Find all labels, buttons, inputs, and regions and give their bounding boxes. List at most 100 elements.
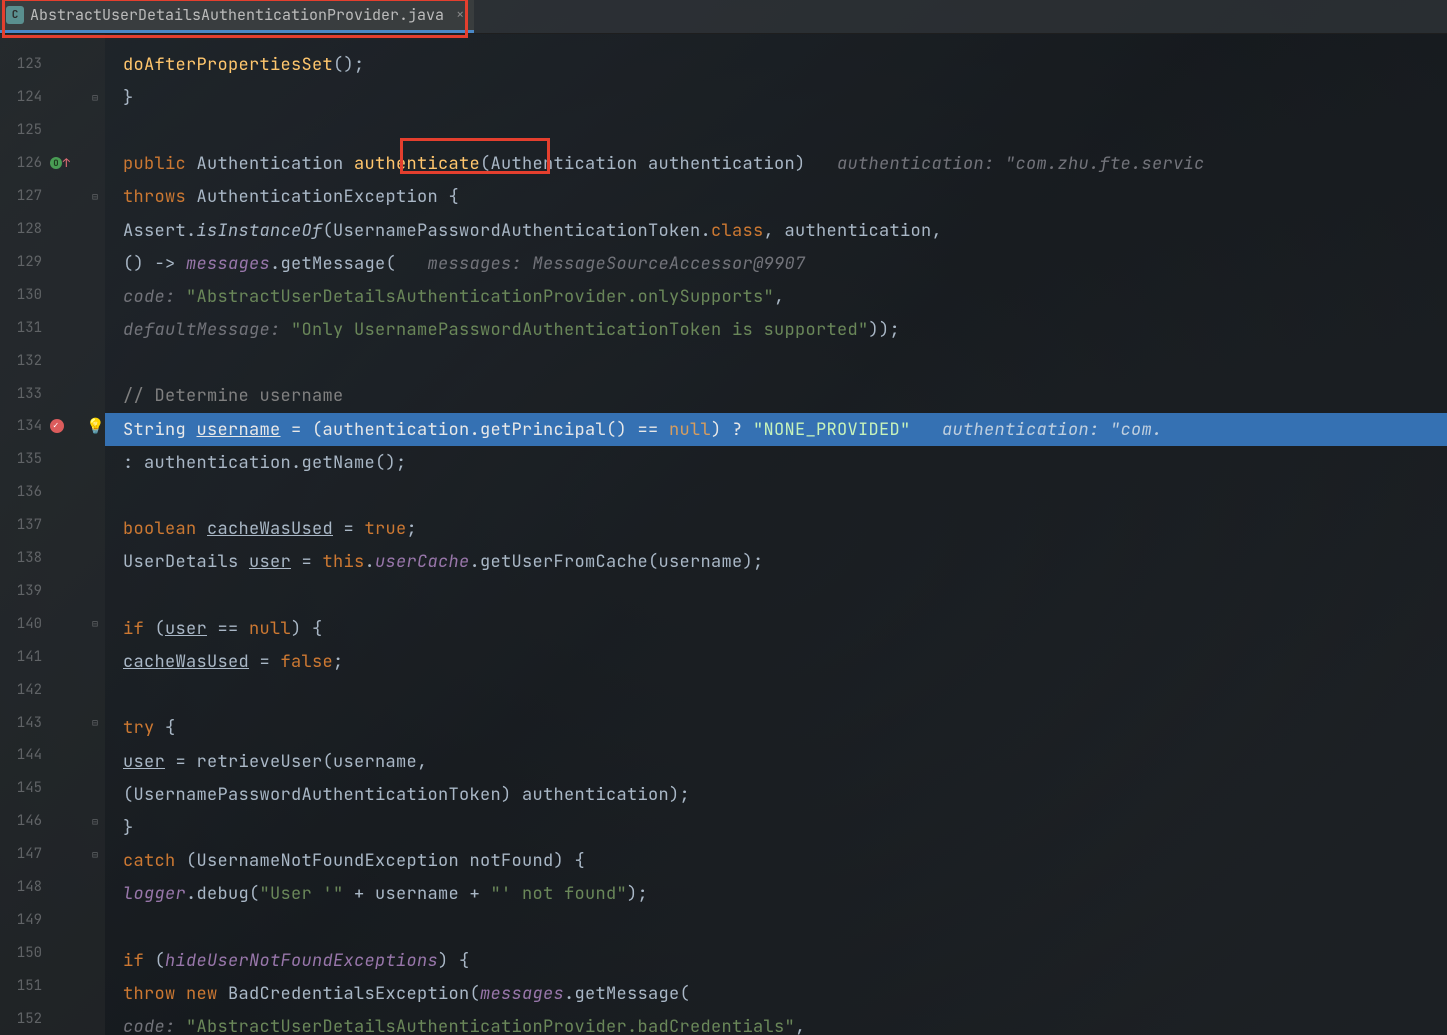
gutter-row[interactable]: 130 <box>0 278 105 311</box>
line-number: 135 <box>0 450 42 468</box>
fold-close-icon[interactable]: ⊟ <box>92 815 98 828</box>
gutter-row[interactable]: 147 ⊟ <box>0 838 105 871</box>
code-line[interactable]: } <box>105 811 1447 844</box>
code-line[interactable]: catch (UsernameNotFoundException notFoun… <box>105 845 1447 878</box>
line-number: 151 <box>0 977 42 995</box>
code-line[interactable]: cacheWasUsed = false; <box>105 645 1447 678</box>
gutter-row[interactable]: 151 <box>0 969 105 1002</box>
code-line[interactable]: defaultMessage: "Only UsernamePasswordAu… <box>105 314 1447 347</box>
gutter-row[interactable]: 144 <box>0 739 105 772</box>
line-number: 140 <box>0 615 42 633</box>
line-number: 127 <box>0 187 42 205</box>
code-line[interactable] <box>105 579 1447 612</box>
line-number: 149 <box>0 911 42 929</box>
gutter-row[interactable]: 143 ⊟ <box>0 706 105 739</box>
line-number: 124 <box>0 88 42 106</box>
code-line[interactable]: : authentication.getName(); <box>105 446 1447 479</box>
close-icon[interactable]: × <box>456 6 464 24</box>
gutter-row[interactable]: 132 <box>0 344 105 377</box>
line-number: 148 <box>0 878 42 896</box>
line-number: 129 <box>0 253 42 271</box>
gutter: 123 124 ⊟ 125 126O 127 ⊟ 128 129 130 131 132 133 134💡… <box>0 34 105 1035</box>
line-number: 125 <box>0 121 42 139</box>
code-line[interactable]: try { <box>105 712 1447 745</box>
code-line[interactable]: throws AuthenticationException { <box>105 181 1447 214</box>
code-area[interactable]: doAfterPropertiesSet(); } public Authent… <box>105 34 1447 1035</box>
tab-bar: C AbstractUserDetailsAuthenticationProvi… <box>0 0 1447 34</box>
fold-open-icon[interactable]: ⊟ <box>92 848 98 861</box>
gutter-row[interactable]: 139 <box>0 575 105 608</box>
gutter-row[interactable]: 126O <box>0 147 105 180</box>
code-line[interactable]: } <box>105 81 1447 114</box>
java-class-icon: C <box>6 6 24 24</box>
code-line[interactable]: if (user == null) { <box>105 612 1447 645</box>
gutter-row[interactable]: 125 <box>0 114 105 147</box>
code-line[interactable]: doAfterPropertiesSet(); <box>105 48 1447 81</box>
gutter-row[interactable]: 141 <box>0 640 105 673</box>
editor[interactable]: 123 124 ⊟ 125 126O 127 ⊟ 128 129 130 131 132 133 134💡… <box>0 34 1447 1035</box>
code-line[interactable]: user = retrieveUser(username, <box>105 745 1447 778</box>
line-number: 130 <box>0 286 42 304</box>
gutter-row[interactable]: 146 ⊟ <box>0 805 105 838</box>
gutter-row[interactable]: 128 <box>0 213 105 246</box>
code-line[interactable] <box>105 347 1447 380</box>
code-line[interactable]: () -> messages.getMessage( messages: Mes… <box>105 247 1447 280</box>
code-line[interactable] <box>105 679 1447 712</box>
code-line[interactable]: code: "AbstractUserDetailsAuthentication… <box>105 1010 1447 1035</box>
fold-open-icon[interactable]: ⊟ <box>92 190 98 203</box>
override-icon[interactable]: O <box>50 157 62 169</box>
code-line[interactable] <box>105 114 1447 147</box>
code-line[interactable]: Assert.isInstanceOf(UsernamePasswordAuth… <box>105 214 1447 247</box>
code-line[interactable] <box>105 911 1447 944</box>
line-number: 138 <box>0 549 42 567</box>
breakpoint-icon[interactable] <box>50 419 64 433</box>
gutter-row[interactable]: 129 <box>0 245 105 278</box>
code-line[interactable]: throw new BadCredentialsException(messag… <box>105 977 1447 1010</box>
line-number: 152 <box>0 1010 42 1028</box>
code-line[interactable]: String username = (authentication.getPri… <box>105 413 1447 446</box>
code-line[interactable]: if (hideUserNotFoundExceptions) { <box>105 944 1447 977</box>
line-number: 132 <box>0 352 42 370</box>
line-number: 143 <box>0 714 42 732</box>
line-number: 146 <box>0 812 42 830</box>
bulb-icon[interactable]: 💡 <box>86 416 105 436</box>
gutter-row[interactable]: 145 <box>0 772 105 805</box>
code-line[interactable]: boolean cacheWasUsed = true; <box>105 513 1447 546</box>
fold-close-icon[interactable]: ⊟ <box>92 91 98 104</box>
fold-open-icon[interactable]: ⊟ <box>92 716 98 729</box>
gutter-row[interactable]: 137 <box>0 509 105 542</box>
line-number: 145 <box>0 779 42 797</box>
gutter-row[interactable]: 150 <box>0 936 105 969</box>
gutter-row[interactable]: 123 <box>0 48 105 81</box>
gutter-row[interactable]: 138 <box>0 542 105 575</box>
line-number: 133 <box>0 385 42 403</box>
tab-label: AbstractUserDetailsAuthenticationProvide… <box>30 5 444 25</box>
code-line[interactable]: public Authentication authenticate(Authe… <box>105 148 1447 181</box>
gutter-row[interactable]: 142 <box>0 673 105 706</box>
code-line[interactable] <box>105 479 1447 512</box>
gutter-row[interactable]: 133 <box>0 377 105 410</box>
gutter-row[interactable]: 124 ⊟ <box>0 81 105 114</box>
gutter-row[interactable]: 131 <box>0 311 105 344</box>
line-number: 131 <box>0 319 42 337</box>
code-line[interactable]: logger.debug("User '" + username + "' no… <box>105 878 1447 911</box>
line-number: 139 <box>0 582 42 600</box>
gutter-row[interactable]: 149 <box>0 904 105 937</box>
gutter-row[interactable]: 127 ⊟ <box>0 180 105 213</box>
line-number: 128 <box>0 220 42 238</box>
code-line[interactable]: code: "AbstractUserDetailsAuthentication… <box>105 280 1447 313</box>
line-number: 142 <box>0 681 42 699</box>
line-number: 123 <box>0 55 42 73</box>
gutter-row[interactable]: 135 <box>0 443 105 476</box>
file-tab[interactable]: C AbstractUserDetailsAuthenticationProvi… <box>0 0 474 33</box>
gutter-row[interactable]: 152 <box>0 1002 105 1035</box>
gutter-row[interactable]: 148 <box>0 871 105 904</box>
code-line[interactable]: // Determine username <box>105 380 1447 413</box>
gutter-row[interactable]: 140 ⊟ <box>0 607 105 640</box>
code-line[interactable]: UserDetails user = this.userCache.getUse… <box>105 546 1447 579</box>
line-number: 147 <box>0 845 42 863</box>
gutter-row[interactable]: 134💡 <box>0 410 105 443</box>
gutter-row[interactable]: 136 <box>0 476 105 509</box>
code-line[interactable]: (UsernamePasswordAuthenticationToken) au… <box>105 778 1447 811</box>
fold-open-icon[interactable]: ⊟ <box>92 617 98 630</box>
